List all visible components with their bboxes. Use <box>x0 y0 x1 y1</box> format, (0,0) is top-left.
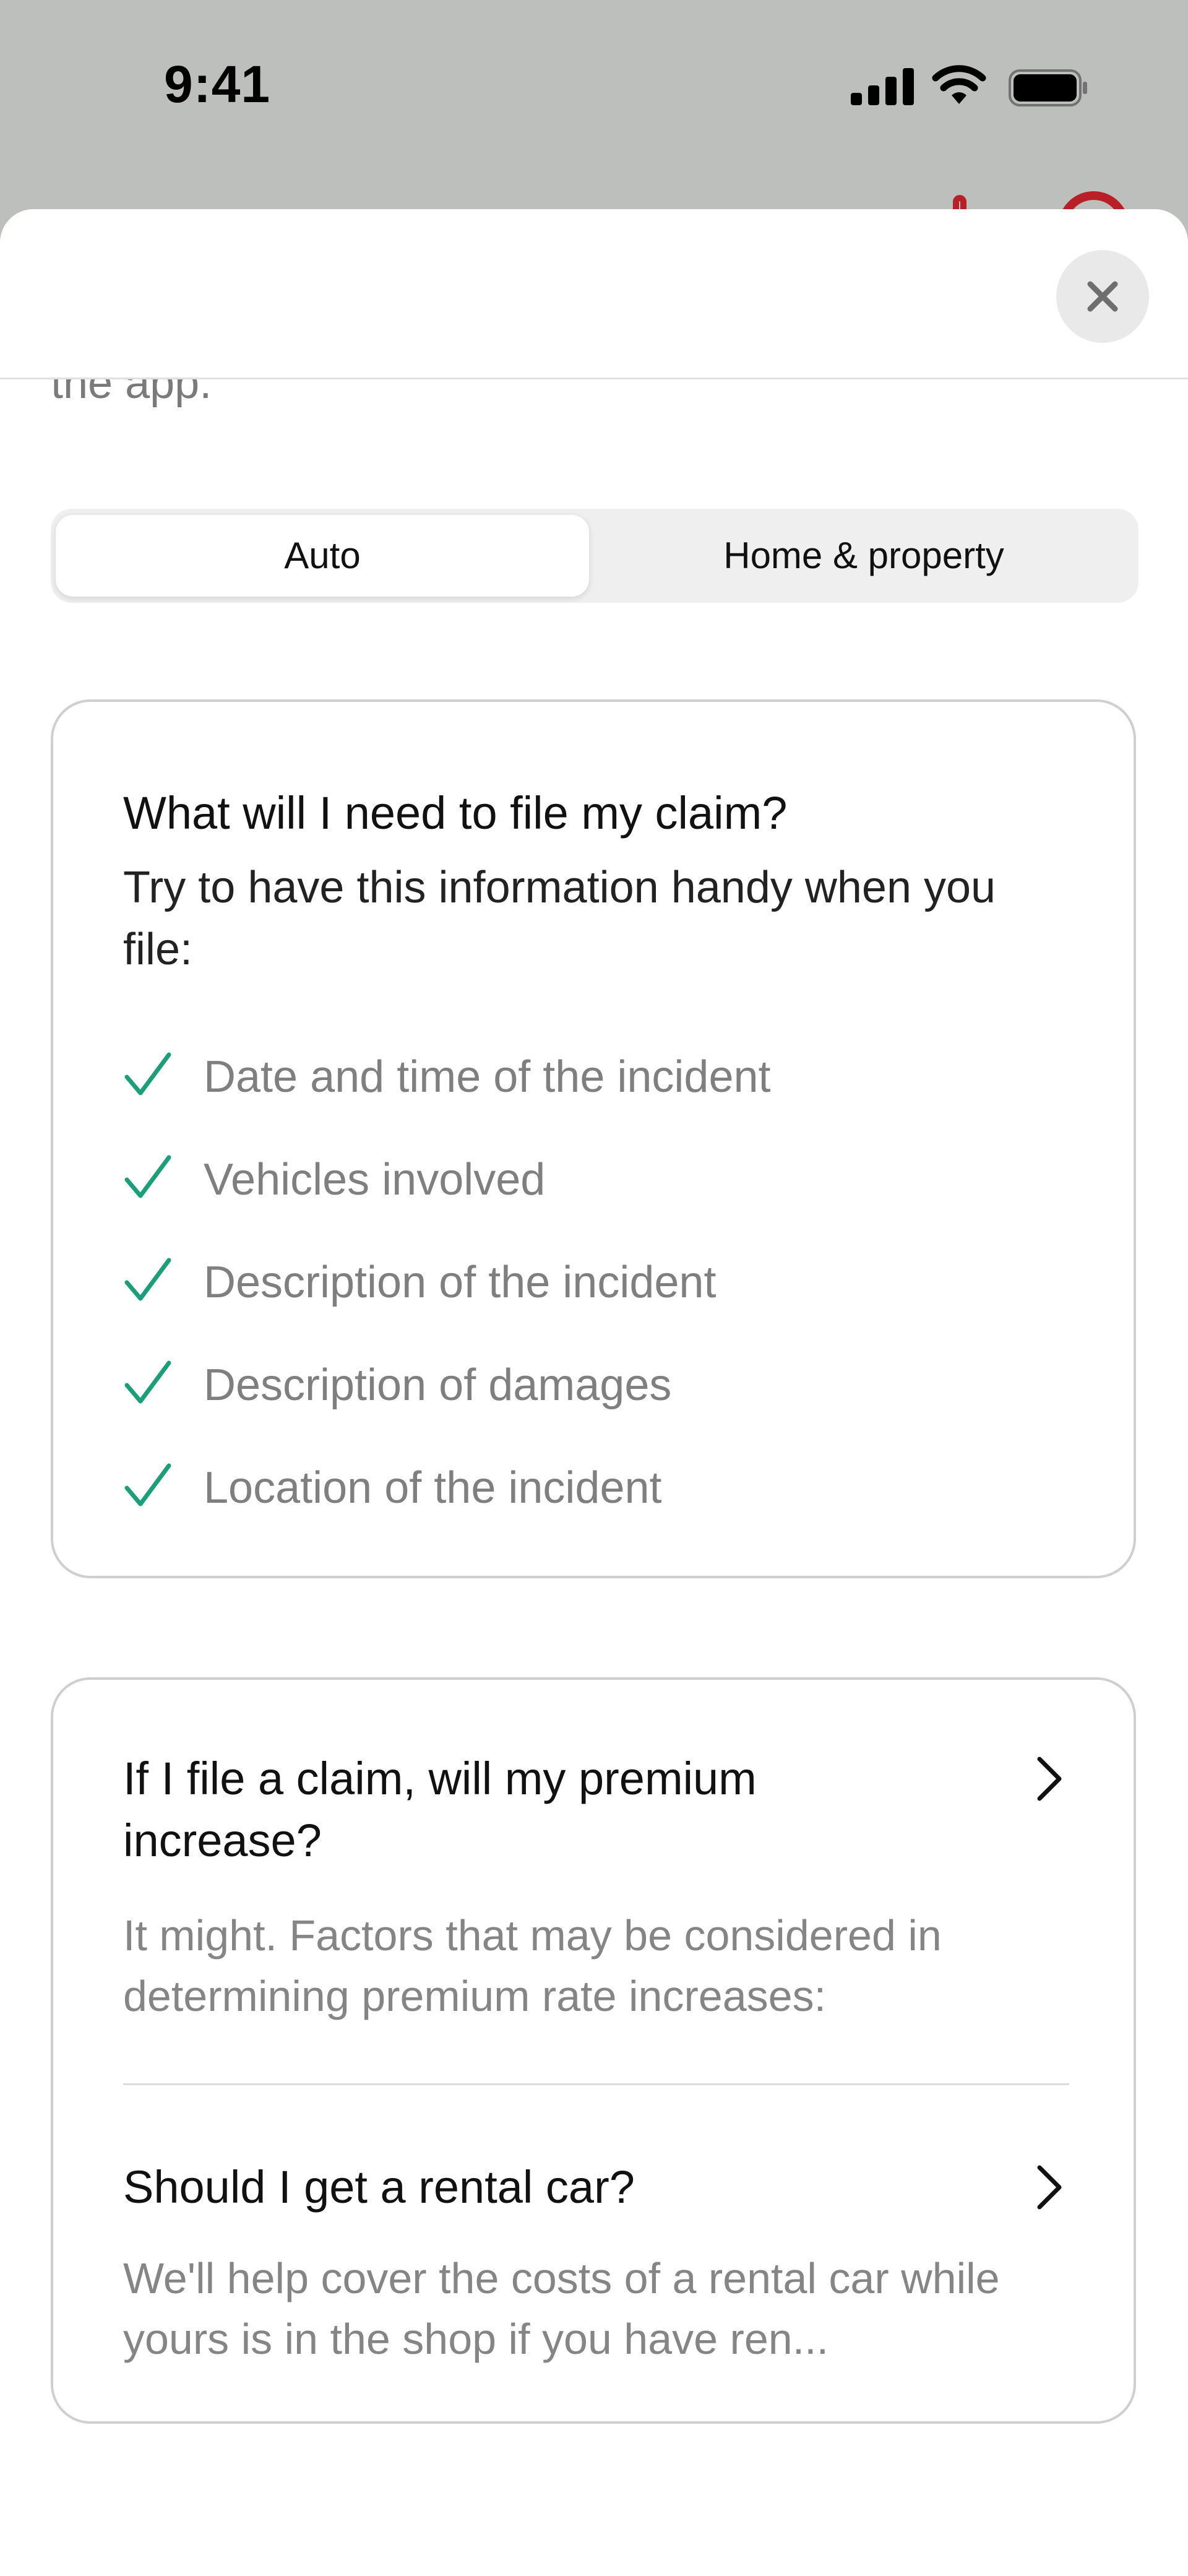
claims-info-sheet: the app. Auto Home & property What will … <box>0 209 1188 2576</box>
checkmark-icon <box>124 1155 171 1198</box>
checkmark-icon <box>124 1360 171 1404</box>
faq-divider <box>123 2083 1069 2085</box>
faq-question: If I file a claim, will my premium incre… <box>123 1753 757 1866</box>
faq-answer-preview: We'll help cover the costs of a rental c… <box>123 2254 1000 2363</box>
checkmark-icon <box>124 1463 171 1506</box>
battery-icon <box>1009 69 1089 110</box>
close-icon <box>1087 281 1118 312</box>
claim-requirements-card: What will I need to file my claim? Try t… <box>51 699 1136 1578</box>
checklist-item-label: Location of the incident <box>204 1463 662 1513</box>
chevron-right-icon <box>1037 1757 1062 1801</box>
checkmark-icon <box>124 1258 171 1301</box>
close-button[interactable] <box>1056 250 1149 343</box>
checklist-item-label: Date and time of the incident <box>204 1052 771 1102</box>
cellular-signal-icon <box>851 67 919 105</box>
faq-card: If I file a claim, will my premium incre… <box>51 1677 1136 2424</box>
faq-question: Should I get a rental car? <box>123 2161 635 2213</box>
card-intro: Try to have this information handy when … <box>123 863 996 974</box>
checklist-item-label: Description of the incident <box>204 1258 717 1307</box>
checklist-item-label: Vehicles involved <box>204 1155 546 1204</box>
sheet-header <box>0 209 1188 379</box>
checkmark-icon <box>124 1052 171 1096</box>
segment-home-property[interactable]: Home & property <box>594 515 1134 597</box>
chevron-right-icon <box>1037 2165 1062 2210</box>
faq-answer-preview: It might. Factors that may be considered… <box>123 1911 942 2020</box>
wifi-icon <box>931 64 987 110</box>
checklist-item-label: Description of damages <box>204 1360 672 1410</box>
card-title: What will I need to file my claim? <box>123 787 788 839</box>
status-time: 9:41 <box>164 55 271 113</box>
status-bar: 9:41 <box>0 0 1188 186</box>
segment-auto[interactable]: Auto <box>56 515 589 597</box>
insurance-type-segmented-control: Auto Home & property <box>51 509 1138 603</box>
